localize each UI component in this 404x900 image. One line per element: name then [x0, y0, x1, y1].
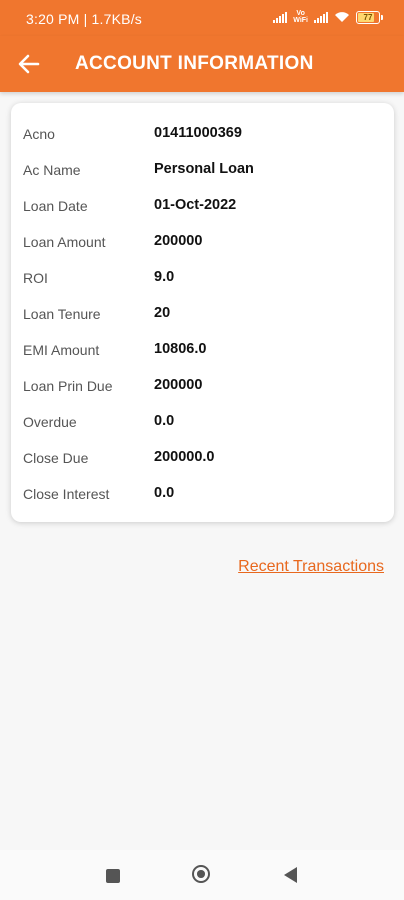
- info-row-loan-date: Loan Date 01-Oct-2022: [11, 188, 394, 224]
- wifi-icon: [334, 11, 350, 23]
- square-icon[interactable]: [106, 869, 120, 883]
- row-label: Loan Amount: [23, 234, 106, 250]
- account-info-card: Acno 01411000369 Ac Name Personal Loan L…: [11, 103, 394, 522]
- info-row-overdue: Overdue 0.0: [11, 404, 394, 440]
- row-label: Loan Date: [23, 198, 88, 214]
- row-label: EMI Amount: [23, 342, 100, 358]
- row-label: Acno: [23, 126, 55, 142]
- triangle-back-icon[interactable]: [284, 867, 297, 883]
- info-row-emi-amount: EMI Amount 10806.0: [11, 332, 394, 368]
- row-label: Close Due: [23, 450, 89, 466]
- row-value: 0.0: [154, 413, 175, 429]
- status-time: 3:20 PM | 1.7KB/s: [26, 11, 142, 27]
- row-value: 01411000369: [154, 125, 242, 141]
- row-label: Loan Prin Due: [23, 378, 113, 394]
- info-row-close-interest: Close Interest 0.0: [11, 476, 394, 512]
- info-row-ac-name: Ac Name Personal Loan: [11, 152, 394, 188]
- row-value: 20: [154, 305, 171, 321]
- row-value: 0.0: [154, 485, 175, 501]
- status-icons: Vo WiFi 77: [273, 10, 383, 24]
- row-label: Loan Tenure: [23, 306, 101, 322]
- row-label: Close Interest: [23, 486, 110, 502]
- row-value: 10806.0: [154, 341, 207, 357]
- row-value: 01-Oct-2022: [154, 197, 237, 213]
- volte-wifi-icon: Vo WiFi: [293, 10, 308, 24]
- row-value: 9.0: [154, 269, 175, 285]
- row-label: ROI: [23, 270, 48, 286]
- app-bar: ACCOUNT INFORMATION: [0, 36, 404, 92]
- signal-icon: [273, 11, 288, 23]
- row-value: 200000: [154, 233, 203, 249]
- system-nav-bar: [0, 850, 404, 900]
- row-label: Ac Name: [23, 162, 81, 178]
- info-row-loan-amount: Loan Amount 200000: [11, 224, 394, 260]
- status-bar: 3:20 PM | 1.7KB/s Vo WiFi 77: [0, 0, 404, 36]
- info-row-acno: Acno 01411000369: [11, 116, 394, 152]
- signal-icon-2: [314, 11, 328, 23]
- circle-icon[interactable]: [192, 865, 210, 883]
- back-button[interactable]: [14, 50, 44, 78]
- arrow-left-icon: [18, 54, 40, 74]
- info-row-loan-tenure: Loan Tenure 20: [11, 296, 394, 332]
- page-title: ACCOUNT INFORMATION: [75, 53, 314, 74]
- battery-level: 77: [363, 12, 373, 22]
- info-row-roi: ROI 9.0: [11, 260, 394, 296]
- row-value: 200000.0: [154, 449, 215, 465]
- row-label: Overdue: [23, 414, 77, 430]
- recent-transactions-link[interactable]: Recent Transactions: [238, 558, 384, 576]
- row-value: 200000: [154, 377, 203, 393]
- battery-icon: 77: [356, 10, 383, 24]
- info-row-loan-prin-due: Loan Prin Due 200000: [11, 368, 394, 404]
- row-value: Personal Loan: [154, 161, 254, 177]
- info-row-close-due: Close Due 200000.0: [11, 440, 394, 476]
